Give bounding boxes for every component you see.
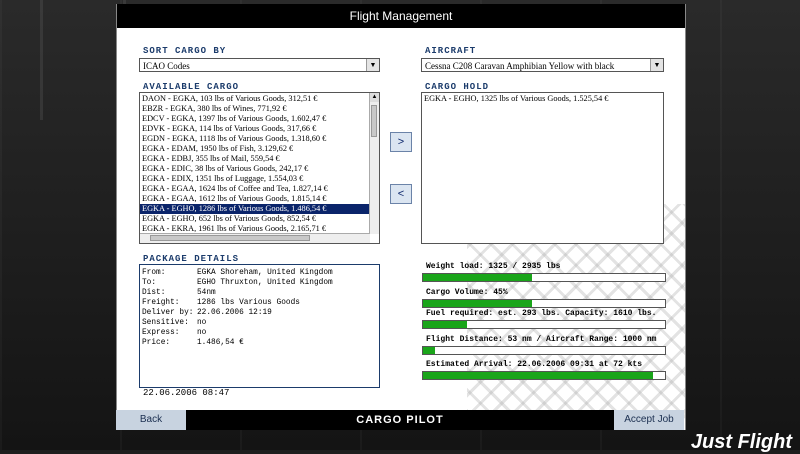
aircraft-select[interactable]: Cessna C208 Caravan Amphibian Yellow wit…: [421, 58, 664, 72]
progress-fill: [423, 274, 532, 281]
detail-key: From:: [142, 269, 166, 277]
list-item[interactable]: EGKA - EGHO, 1325 lbs of Various Goods, …: [422, 94, 663, 104]
stat-label: Weight load: 1325 / 2935 lbs: [426, 262, 561, 271]
detail-row: Sensitive: no: [140, 318, 379, 328]
list-item[interactable]: EGKA - EDAM, 1950 lbs of Fish, 3.129,62 …: [140, 144, 379, 154]
detail-value: 22.06.2006 12:19: [197, 309, 272, 317]
progress-fill: [423, 372, 653, 379]
detail-row: Deliver by: 22.06.2006 12:19: [140, 308, 379, 318]
detail-value: no: [197, 329, 207, 337]
list-item[interactable]: EDCV - EGKA, 1397 lbs of Various Goods, …: [140, 114, 379, 124]
list-item[interactable]: EGKA - EDIX, 1351 lbs of Luggage, 1.554,…: [140, 174, 379, 184]
list-item[interactable]: EDVK - EGKA, 114 lbs of Various Goods, 3…: [140, 124, 379, 134]
available-vertical-scrollbar[interactable]: ▲: [369, 93, 379, 234]
stat-label: Fuel required: est. 293 lbs. Capacity: 1…: [426, 309, 657, 318]
progress-bar: [422, 273, 666, 282]
stat-meter: Flight Distance: 53 nm / Aircraft Range:…: [422, 335, 666, 357]
stat-label: Cargo Volume: 45%: [426, 288, 508, 297]
detail-row: Freight: 1286 lbs Various Goods: [140, 298, 379, 308]
list-item[interactable]: EGKA - EGHO, 652 lbs of Various Goods, 8…: [140, 214, 379, 224]
sort-cargo-select[interactable]: ICAO Codes ▼: [139, 58, 380, 72]
list-item[interactable]: EGKA - EGAA, 1612 lbs of Various Goods, …: [140, 194, 379, 204]
available-cargo-label: AVAILABLE CARGO: [143, 82, 240, 92]
just-flight-logo: Just Flight: [690, 431, 792, 453]
progress-fill: [423, 347, 435, 354]
stat-label: Flight Distance: 53 nm / Aircraft Range:…: [426, 335, 657, 344]
detail-value: 1286 lbs Various Goods: [197, 299, 300, 307]
cargo-hold-label: CARGO HOLD: [425, 82, 490, 92]
list-item[interactable]: EGKA - EGHO, 1286 lbs of Various Goods, …: [140, 204, 379, 214]
detail-row: Express: no: [140, 328, 379, 338]
back-button[interactable]: Back: [116, 410, 186, 430]
detail-key: Sensitive:: [142, 319, 189, 327]
detail-key: Deliver by:: [142, 309, 194, 317]
stat-meter: Estimated Arrival: 22.06.2006 09:31 at 7…: [422, 360, 666, 382]
progress-bar: [422, 371, 666, 380]
list-item[interactable]: DAON - EGKA, 103 lbs of Various Goods, 3…: [140, 94, 379, 104]
stat-meter: Weight load: 1325 / 2935 lbs: [422, 262, 666, 284]
sort-cargo-label: SORT CARGO BY: [143, 46, 227, 56]
stat-meter: Cargo Volume: 45%: [422, 288, 666, 310]
list-item[interactable]: EGKA - EDIC, 38 lbs of Various Goods, 24…: [140, 164, 379, 174]
cargo-pilot-brand: CARGO PILOT: [356, 414, 444, 426]
detail-key: Price:: [142, 339, 171, 347]
flight-management-window: Flight Management SORT CARGO BY ICAO Cod…: [116, 4, 686, 430]
stat-meter: Fuel required: est. 293 lbs. Capacity: 1…: [422, 309, 666, 331]
scroll-thumb[interactable]: [150, 235, 310, 241]
background-arrow-graphic: [40, 0, 126, 120]
detail-value: EGHO Thruxton, United Kingdom: [197, 279, 333, 287]
dropdown-arrow-icon[interactable]: ▼: [650, 59, 663, 71]
progress-bar: [422, 346, 666, 355]
accept-job-button[interactable]: Accept Job: [614, 410, 684, 430]
detail-row: From: EGKA Shoreham, United Kingdom: [140, 268, 379, 278]
window-title: Flight Management: [117, 4, 685, 28]
available-horizontal-scrollbar[interactable]: [140, 233, 370, 243]
package-details-box: From: EGKA Shoreham, United Kingdom To: EGH…: [139, 264, 380, 388]
detail-value: 1.486,54 €: [197, 339, 244, 347]
detail-key: Express:: [142, 329, 180, 337]
list-item[interactable]: EGKA - EGAA, 1624 lbs of Coffee and Tea,…: [140, 184, 379, 194]
aircraft-value: Cessna C208 Caravan Amphibian Yellow wit…: [425, 61, 615, 71]
scroll-up-icon[interactable]: ▲: [370, 93, 379, 102]
list-item[interactable]: EGKA - EDBJ, 355 lbs of Mail, 559,54 €: [140, 154, 379, 164]
list-item[interactable]: EGDN - EGKA, 1118 lbs of Various Goods, …: [140, 134, 379, 144]
available-cargo-list[interactable]: DAON - EGKA, 103 lbs of Various Goods, 3…: [139, 92, 380, 244]
add-to-hold-button[interactable]: >: [390, 132, 412, 152]
list-item[interactable]: EBZR - EGKA, 380 lbs of Wines, 771,92 €: [140, 104, 379, 114]
detail-row: Dist: 54nm: [140, 288, 379, 298]
package-details-label: PACKAGE DETAILS: [143, 254, 240, 264]
remove-from-hold-button[interactable]: <: [390, 184, 412, 204]
aircraft-label: AIRCRAFT: [425, 46, 477, 56]
progress-bar: [422, 320, 666, 329]
progress-bar: [422, 299, 666, 308]
detail-value: 54nm: [197, 289, 216, 297]
cargo-hold-list[interactable]: EGKA - EGHO, 1325 lbs of Various Goods, …: [421, 92, 664, 244]
detail-value: no: [197, 319, 207, 327]
detail-key: To:: [142, 279, 157, 287]
detail-row: Price: 1.486,54 €: [140, 338, 379, 348]
current-time: 22.06.2006 08:47: [143, 388, 230, 398]
detail-row: To: EGHO Thruxton, United Kingdom: [140, 278, 379, 288]
detail-value: EGKA Shoreham, United Kingdom: [197, 269, 333, 277]
scroll-thumb[interactable]: [371, 105, 377, 137]
stat-label: Estimated Arrival: 22.06.2006 09:31 at 7…: [426, 360, 643, 369]
detail-key: Freight:: [142, 299, 180, 307]
detail-key: Dist:: [142, 289, 166, 297]
progress-fill: [423, 300, 532, 307]
dropdown-arrow-icon[interactable]: ▼: [366, 59, 379, 71]
sort-cargo-value: ICAO Codes: [143, 61, 190, 71]
progress-fill: [423, 321, 467, 328]
